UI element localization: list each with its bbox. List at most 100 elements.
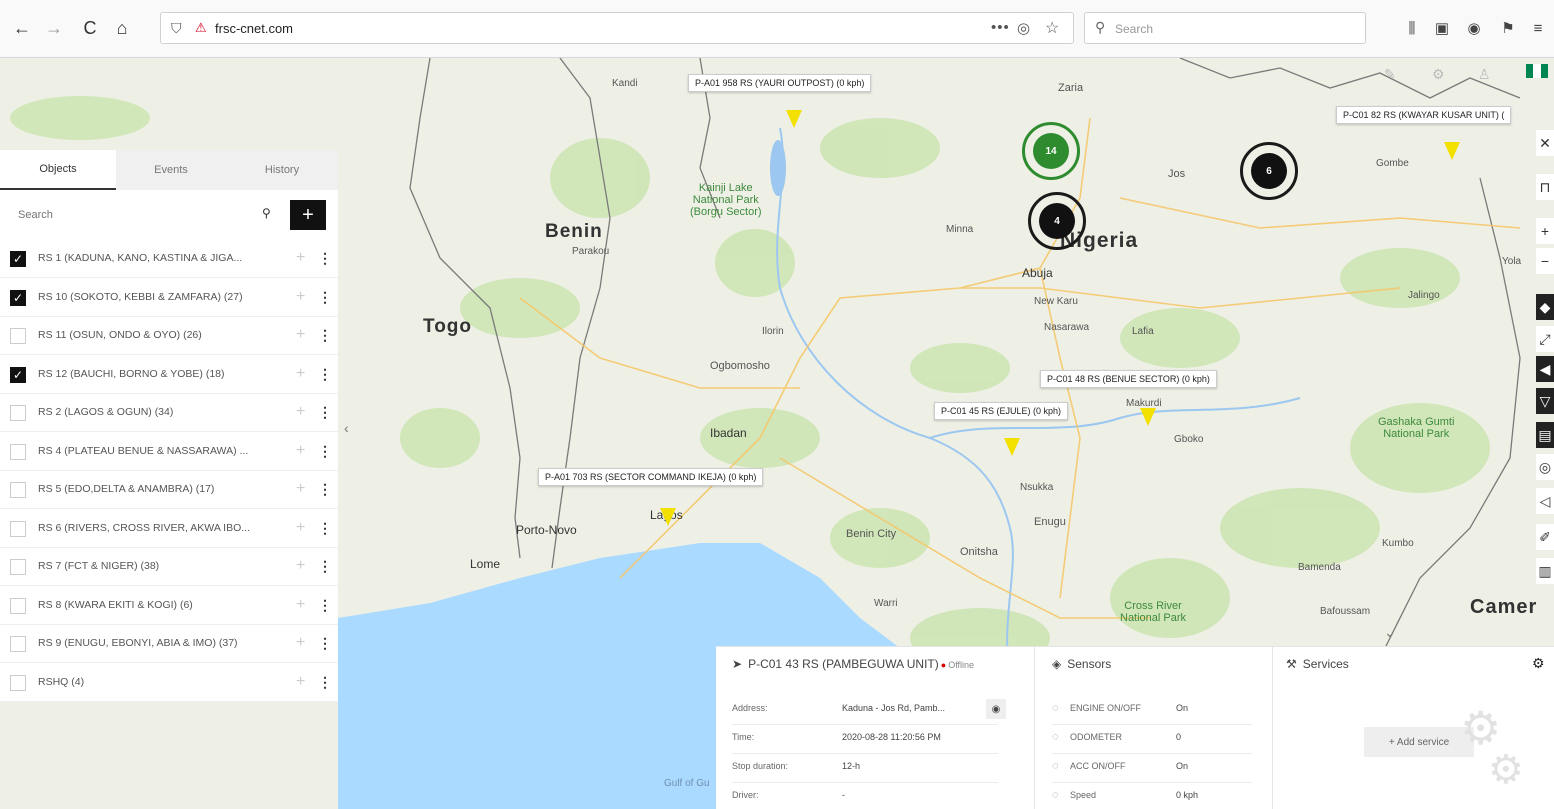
chevron-down-icon[interactable]: ⌄ bbox=[1384, 624, 1396, 641]
add-icon[interactable]: + bbox=[296, 634, 305, 652]
group-row[interactable]: RS 7 (FCT & NIGER) (38) + ⋮ bbox=[0, 548, 338, 586]
nigeria-flag-icon[interactable] bbox=[1526, 64, 1548, 78]
vehicle-marker[interactable] bbox=[660, 508, 676, 526]
group-row[interactable]: RS 4 (PLATEAU BENUE & NASSARAWA) ... + ⋮ bbox=[0, 433, 338, 471]
group-checkbox[interactable] bbox=[10, 520, 26, 537]
add-icon[interactable]: + bbox=[296, 557, 305, 575]
sidebar-icon[interactable]: ▣ bbox=[1430, 16, 1454, 40]
ruler-icon[interactable]: ✎ bbox=[1384, 66, 1396, 83]
group-row[interactable]: RS 11 (OSUN, ONDO & OYO) (26) + ⋮ bbox=[0, 317, 338, 355]
back-button[interactable]: ← bbox=[8, 14, 36, 42]
more-vertical-icon[interactable]: ⋮ bbox=[318, 404, 332, 421]
url-text[interactable]: frsc-cnet.com bbox=[215, 21, 293, 36]
add-icon[interactable]: + bbox=[296, 519, 305, 537]
account-icon[interactable]: ◉ bbox=[1462, 16, 1486, 40]
group-checkbox[interactable] bbox=[10, 443, 26, 460]
more-vertical-icon[interactable]: ⋮ bbox=[318, 520, 332, 537]
settings-icon[interactable]: ⚙ bbox=[1432, 66, 1445, 83]
target-icon[interactable]: ◎ bbox=[1536, 454, 1554, 480]
group-label[interactable]: RS 11 (OSUN, ONDO & OYO) (26) bbox=[38, 329, 288, 341]
group-label[interactable]: RS 7 (FCT & NIGER) (38) bbox=[38, 560, 288, 572]
group-checkbox[interactable]: ✓ bbox=[10, 366, 26, 383]
group-row[interactable]: RS 8 (KWARA EKITI & KOGI) (6) + ⋮ bbox=[0, 587, 338, 625]
add-icon[interactable]: + bbox=[296, 480, 305, 498]
add-icon[interactable]: + bbox=[296, 596, 305, 614]
add-icon[interactable]: + bbox=[296, 403, 305, 421]
more-vertical-icon[interactable]: ⋮ bbox=[318, 635, 332, 652]
url-bar[interactable]: ⛉ ⚠ frsc-cnet.com ••• ◎ ☆ bbox=[160, 12, 1074, 44]
add-service-button[interactable]: + Add service bbox=[1364, 727, 1474, 757]
search-bar[interactable]: ⚲ Search bbox=[1084, 12, 1366, 44]
filter-icon[interactable]: ▽ bbox=[1536, 388, 1554, 414]
add-icon[interactable]: + bbox=[296, 673, 305, 691]
zoom-in-button[interactable]: + bbox=[1536, 218, 1554, 244]
group-label[interactable]: RSHQ (4) bbox=[38, 676, 288, 688]
search-icon[interactable]: ⚲ bbox=[262, 206, 271, 220]
more-vertical-icon[interactable]: ⋮ bbox=[318, 597, 332, 614]
add-icon[interactable]: + bbox=[296, 326, 305, 344]
group-checkbox[interactable] bbox=[10, 559, 26, 575]
group-label[interactable]: RS 10 (SOKOTO, KEBBI & ZAMFARA) (27) bbox=[38, 291, 288, 303]
vehicle-marker[interactable] bbox=[1004, 438, 1020, 456]
eye-icon[interactable]: ◉ bbox=[986, 699, 1006, 719]
group-label[interactable]: RS 5 (EDO,DELTA & ANAMBRA) (17) bbox=[38, 483, 288, 495]
print-icon[interactable]: ▥ bbox=[1536, 558, 1554, 584]
gift-icon[interactable]: ⚑ bbox=[1496, 16, 1520, 40]
group-checkbox[interactable] bbox=[10, 674, 26, 691]
cluster-marker[interactable]: 6 bbox=[1251, 153, 1287, 189]
reload-button[interactable]: C bbox=[76, 14, 104, 42]
more-vertical-icon[interactable]: ⋮ bbox=[318, 366, 332, 383]
cluster-marker[interactable]: 4 bbox=[1039, 203, 1075, 239]
navigate-icon[interactable]: ◀ bbox=[1536, 356, 1554, 382]
group-checkbox[interactable]: ✓ bbox=[10, 251, 26, 267]
fullscreen-icon[interactable]: ⤢ bbox=[1536, 326, 1554, 352]
close-icon[interactable]: ✕ bbox=[1536, 130, 1554, 156]
vehicle-label[interactable]: P-C01 48 RS (BENUE SECTOR) (0 kph) bbox=[1040, 370, 1217, 388]
more-vertical-icon[interactable]: ⋮ bbox=[318, 674, 332, 691]
add-icon[interactable]: + bbox=[296, 442, 305, 460]
group-label[interactable]: RS 1 (KADUNA, KANO, KASTINA & JIGA... bbox=[38, 252, 288, 264]
lock-icon[interactable]: ⚠ bbox=[195, 20, 207, 36]
tab-history[interactable]: History bbox=[226, 150, 338, 190]
vehicle-label[interactable]: P-C01 82 RS (KWAYAR KUSAR UNIT) ( bbox=[1336, 106, 1512, 124]
shield-icon[interactable]: ⛉ bbox=[171, 20, 182, 37]
group-checkbox[interactable] bbox=[10, 328, 26, 344]
group-row[interactable]: ✓ RS 10 (SOKOTO, KEBBI & ZAMFARA) (27) + ⋮ bbox=[0, 279, 338, 317]
tab-objects[interactable]: Objects bbox=[0, 150, 116, 190]
group-label[interactable]: RS 8 (KWARA EKITI & KOGI) (6) bbox=[38, 599, 288, 611]
pin-icon[interactable]: ✐ bbox=[1536, 524, 1554, 550]
cluster-marker[interactable]: 14 bbox=[1033, 133, 1069, 169]
more-vertical-icon[interactable]: ⋮ bbox=[318, 558, 332, 575]
settings-icon[interactable]: ⚙ bbox=[1532, 655, 1545, 672]
group-row[interactable]: RS 2 (LAGOS & OGUN) (34) + ⋮ bbox=[0, 394, 338, 432]
home-button[interactable]: ⌂ bbox=[108, 14, 136, 42]
group-row[interactable]: RS 6 (RIVERS, CROSS RIVER, AKWA IBO... + ⋮ bbox=[0, 510, 338, 548]
menu-icon[interactable]: ≡ bbox=[1526, 16, 1550, 40]
add-icon[interactable]: + bbox=[296, 249, 305, 267]
group-label[interactable]: RS 4 (PLATEAU BENUE & NASSARAWA) ... bbox=[38, 445, 288, 457]
group-row[interactable]: RS 5 (EDO,DELTA & ANAMBRA) (17) + ⋮ bbox=[0, 471, 338, 509]
group-checkbox[interactable] bbox=[10, 597, 26, 614]
more-vertical-icon[interactable]: ⋮ bbox=[318, 250, 332, 267]
group-checkbox[interactable] bbox=[10, 636, 26, 652]
group-label[interactable]: RS 9 (ENUGU, EBONYI, ABIA & IMO) (37) bbox=[38, 637, 288, 649]
group-label[interactable]: RS 2 (LAGOS & OGUN) (34) bbox=[38, 406, 288, 418]
vehicle-label[interactable]: P-A01 703 RS (SECTOR COMMAND IKEJA) (0 k… bbox=[538, 468, 764, 486]
star-icon[interactable]: ☆ bbox=[1045, 18, 1059, 38]
zoom-out-button[interactable]: − bbox=[1536, 248, 1554, 274]
list-icon[interactable]: ▤ bbox=[1536, 422, 1554, 448]
more-vertical-icon[interactable]: ⋮ bbox=[318, 481, 332, 498]
pocket-icon[interactable]: ◎ bbox=[1017, 19, 1030, 37]
add-object-button[interactable]: + bbox=[290, 200, 326, 230]
vehicle-label[interactable]: P-C01 45 RS (EJULE) (0 kph) bbox=[934, 402, 1069, 420]
object-search-input[interactable] bbox=[18, 204, 258, 226]
share-icon[interactable]: ◁ bbox=[1536, 488, 1554, 514]
more-icon[interactable]: ••• bbox=[991, 19, 1010, 36]
vehicle-marker[interactable] bbox=[786, 110, 802, 128]
group-row[interactable]: RSHQ (4) + ⋮ bbox=[0, 664, 338, 702]
forward-button[interactable]: → bbox=[40, 14, 68, 42]
add-icon[interactable]: + bbox=[296, 288, 305, 306]
group-row[interactable]: RS 9 (ENUGU, EBONYI, ABIA & IMO) (37) + ⋮ bbox=[0, 625, 338, 663]
user-icon[interactable]: ♙ bbox=[1478, 66, 1491, 83]
tab-events[interactable]: Events bbox=[116, 150, 226, 190]
